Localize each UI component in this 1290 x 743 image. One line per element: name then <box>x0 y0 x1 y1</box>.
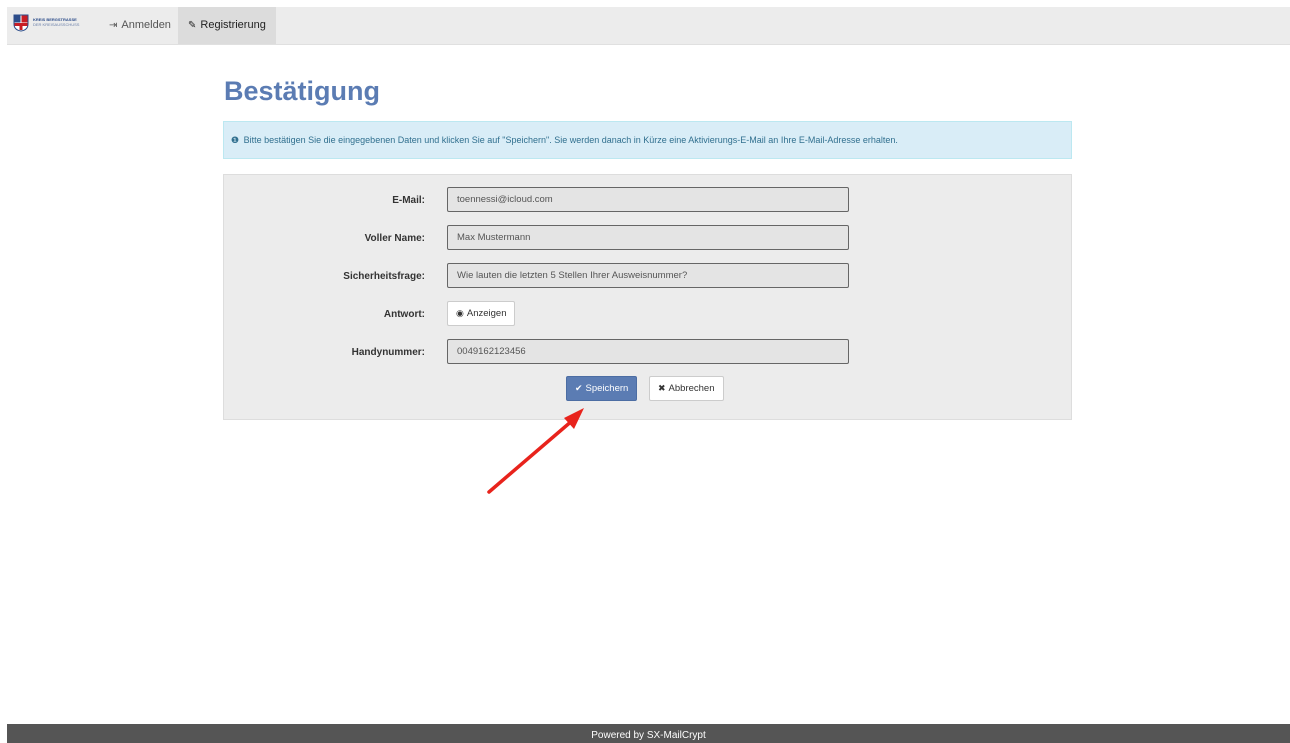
cancel-button[interactable]: ✖ Abbrechen <box>649 376 724 401</box>
full-name-label: Voller Name: <box>364 233 425 244</box>
page-title: Bestätigung <box>224 76 381 106</box>
info-alert-text: Bitte bestätigen Sie die eingegebenen Da… <box>243 135 898 145</box>
phone-label: Handynummer: <box>351 347 425 358</box>
top-navbar: KREIS BERGSTRASSE DER KREISAUSSCHUSS ⇥ An… <box>7 7 1290 45</box>
save-button[interactable]: ✔ Speichern <box>566 376 638 401</box>
brand-subtitle: DER KREISAUSSCHUSS <box>33 22 80 27</box>
coat-of-arms-icon <box>13 14 29 32</box>
nav-item-label: Registrierung <box>200 19 266 31</box>
show-answer-button[interactable]: ◉ Anzeigen <box>447 301 516 326</box>
info-circle-icon: ❶ <box>231 135 240 145</box>
edit-icon: ✎ <box>188 20 197 31</box>
nav-item-anmelden[interactable]: ⇥ Anmelden <box>99 7 181 44</box>
email-label: E-Mail: <box>392 195 425 206</box>
cancel-button-label: Abbrechen <box>668 383 715 394</box>
save-button-label: Speichern <box>585 383 629 394</box>
security-question-label: Sicherheitsfrage: <box>343 271 425 282</box>
answer-label: Antwort: <box>383 309 425 320</box>
email-field[interactable]: toennessi@icloud.com <box>447 187 849 212</box>
brand-text: KREIS BERGSTRASSE DER KREISAUSSCHUSS <box>33 17 79 27</box>
nav-item-label: Anmelden <box>121 19 171 31</box>
annotation-arrow-shaft <box>487 418 575 494</box>
phone-field[interactable]: 0049162123456 <box>447 339 849 364</box>
footer-text: Powered by SX-MailCrypt <box>591 730 706 741</box>
confirmation-form: E-Mail: toennessi@icloud.com Voller Name… <box>223 174 1072 420</box>
check-icon: ✔ <box>575 383 583 393</box>
show-answer-label: Anzeigen <box>466 308 507 319</box>
page-footer: Powered by SX-MailCrypt <box>7 724 1290 743</box>
eye-icon: ◉ <box>456 308 464 318</box>
times-icon: ✖ <box>658 383 666 393</box>
registration-confirmation-page: KREIS BERGSTRASSE DER KREISAUSSCHUSS ⇥ An… <box>0 0 1290 743</box>
info-alert: ❶ Bitte bestätigen Sie die eingegebenen … <box>223 121 1072 159</box>
brand-logo[interactable]: KREIS BERGSTRASSE DER KREISAUSSCHUSS <box>13 13 97 37</box>
nav-item-registrierung[interactable]: ✎ Registrierung <box>178 7 276 44</box>
sign-in-icon: ⇥ <box>109 20 118 31</box>
security-question-field[interactable]: Wie lauten die letzten 5 Stellen Ihrer A… <box>447 263 849 288</box>
full-name-field[interactable]: Max Mustermann <box>447 225 849 250</box>
